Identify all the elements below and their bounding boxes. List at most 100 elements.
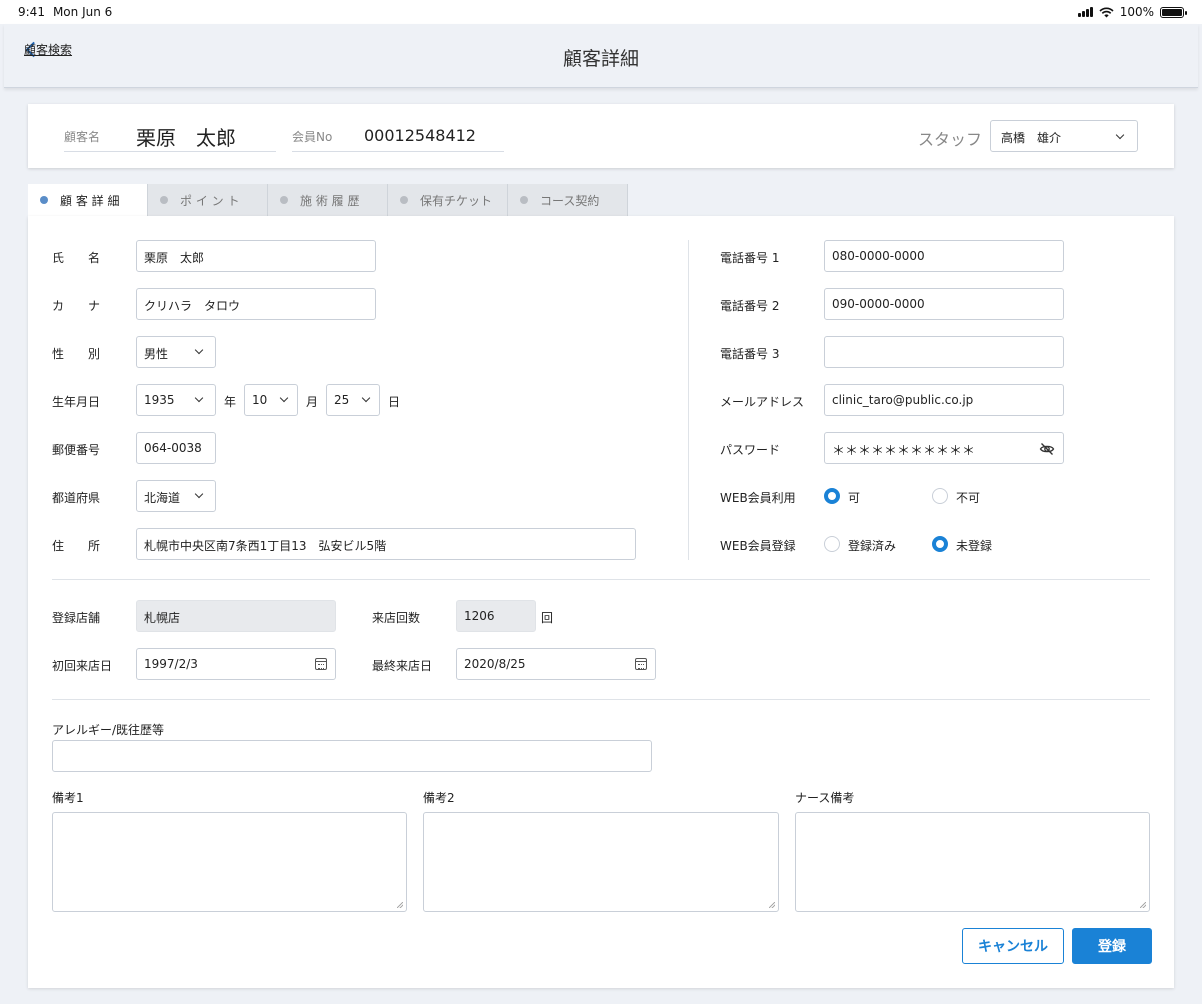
tab-customer-details[interactable]: 顧 客 詳 細 [28,184,148,216]
kana-label: カ ナ [52,299,101,313]
name-label: 氏 名 [52,251,101,265]
note1-label: 備考1 [52,791,84,805]
status-bar: 9:41 Mon Jun 6 100% [0,0,1202,24]
phone3-label: 電話番号 3 [720,347,780,361]
tab-points[interactable]: ポ イ ン ト [148,184,268,216]
first-visit-label: 初回来店日 [52,659,113,673]
visits-label: 来店回数 [372,611,421,625]
submit-button[interactable]: 登録 [1072,928,1152,964]
web-use-radio-yes[interactable] [824,488,840,504]
customer-detail-form: 氏 名 栗原 太郎 カ ナ クリハラ タロウ 性 別 男性 生年月日 1935 … [28,216,1174,988]
password-value: ＊＊＊＊＊＊＊＊＊＊＊ [832,444,976,459]
gender-select-value: 男性 [144,347,169,361]
customer-name-field: 顧客名 栗原 太郎 [64,120,276,152]
email-label: メールアドレス [720,395,805,409]
name-input[interactable]: 栗原 太郎 [136,240,376,272]
phone1-label: 電話番号 1 [720,251,780,265]
tab-indicator-dot [40,196,48,204]
gender-select[interactable]: 男性 [136,336,216,368]
tab-treatment-history[interactable]: 施 術 履 歴 [268,184,388,216]
status-date: Mon Jun 6 [52,5,113,19]
phone3-input[interactable] [824,336,1064,368]
tab-label: ポ イ ン ト [180,193,240,208]
zip-label: 郵便番号 [52,443,101,457]
last-visit-date-input[interactable]: 2020/8/25 [456,648,656,680]
birth-month-select[interactable]: 10 [244,384,298,416]
tab-tickets[interactable]: 保有チケット [388,184,508,216]
member-no-field: 会員No 00012548412 [292,120,504,152]
web-registration-radio-unregistered[interactable] [932,536,948,552]
nurse-note-label: ナース備考 [795,791,855,805]
navigation-bar: 顧客検索 顧客詳細 [4,24,1198,88]
web-use-radio-no[interactable] [932,488,948,504]
column-divider [688,240,689,560]
tab-course-contracts[interactable]: コース契約 [508,184,628,216]
phone2-input[interactable]: 090-0000-0000 [824,288,1064,320]
staff-select[interactable]: 高橋 雄介 [990,120,1138,152]
eye-slash-icon[interactable] [1039,441,1055,457]
first-visit-date-input[interactable]: 1997/2/3 [136,648,336,680]
web-use-label: WEB会員利用 [720,491,796,505]
birth-year-value: 1935 [144,393,175,407]
prefecture-label: 都道府県 [52,491,101,505]
tab-label: コース契約 [540,193,600,208]
store-label: 登録店舗 [52,611,101,625]
birth-month-value: 10 [252,393,268,407]
birth-day-value: 25 [334,393,350,407]
allergy-label: アレルギー/既往歴等 [52,723,165,737]
tab-indicator-dot [520,196,528,204]
birth-month-unit: 月 [306,395,319,409]
tab-indicator-dot [400,196,408,204]
prefecture-select-value: 北海道 [144,491,181,505]
email-input[interactable]: clinic_taro@public.co.jp [824,384,1064,416]
calendar-icon[interactable] [315,658,327,670]
kana-input[interactable]: クリハラ タロウ [136,288,376,320]
allergy-input[interactable] [52,740,652,772]
cancel-button[interactable]: キャンセル [962,928,1064,964]
note1-textarea[interactable] [52,812,407,912]
tab-label: 施 術 履 歴 [300,193,360,208]
page-title: 顧客詳細 [562,48,639,70]
member-no-label: 会員No [292,130,333,144]
web-registration-radio-registered[interactable] [824,536,840,552]
web-registration-option-registered: 登録済み [848,539,897,553]
cellular-signal-icon [1077,7,1093,17]
birth-year-select[interactable]: 1935 [136,384,216,416]
status-time: 9:41 [18,5,45,19]
chevron-down-icon [1115,130,1125,140]
customer-name-label: 顧客名 [64,130,101,144]
birth-day-select[interactable]: 25 [326,384,380,416]
section-divider [52,699,1150,700]
wifi-icon [1099,7,1114,17]
web-registration-label: WEB会員登録 [720,539,796,553]
note2-textarea[interactable] [423,812,779,912]
customer-name-value: 栗原 太郎 [136,126,236,150]
web-registration-option-unregistered: 未登録 [956,539,993,553]
zip-input[interactable]: 064-0038 [136,432,216,464]
birth-year-unit: 年 [224,395,237,409]
tab-indicator-dot [160,196,168,204]
phone2-label: 電話番号 2 [720,299,780,313]
chevron-down-icon [194,345,204,355]
gender-label: 性 別 [52,347,101,361]
phone1-input[interactable]: 080-0000-0000 [824,240,1064,272]
tab-indicator-dot [280,196,288,204]
staff-select-value: 高橋 雄介 [1001,131,1062,145]
calendar-icon[interactable] [635,658,647,670]
last-visit-label: 最終来店日 [372,659,433,673]
tab-label: 保有チケット [420,193,493,208]
member-no-value: 00012548412 [364,126,476,145]
nurse-note-textarea[interactable] [795,812,1150,912]
address-input[interactable]: 札幌市中央区南7条西1丁目13 弘安ビル5階 [136,528,636,560]
visits-unit: 回 [541,611,554,625]
first-visit-value: 1997/2/3 [144,657,198,671]
prefecture-select[interactable]: 北海道 [136,480,216,512]
birth-day-unit: 日 [388,395,401,409]
birthdate-label: 生年月日 [52,395,101,409]
web-use-option-yes: 可 [848,491,861,505]
chevron-down-icon [194,393,204,403]
chevron-down-icon [361,393,371,403]
note2-label: 備考2 [423,791,455,805]
password-input[interactable]: ＊＊＊＊＊＊＊＊＊＊＊ [824,432,1064,464]
battery-percent: 100% [1119,5,1154,19]
